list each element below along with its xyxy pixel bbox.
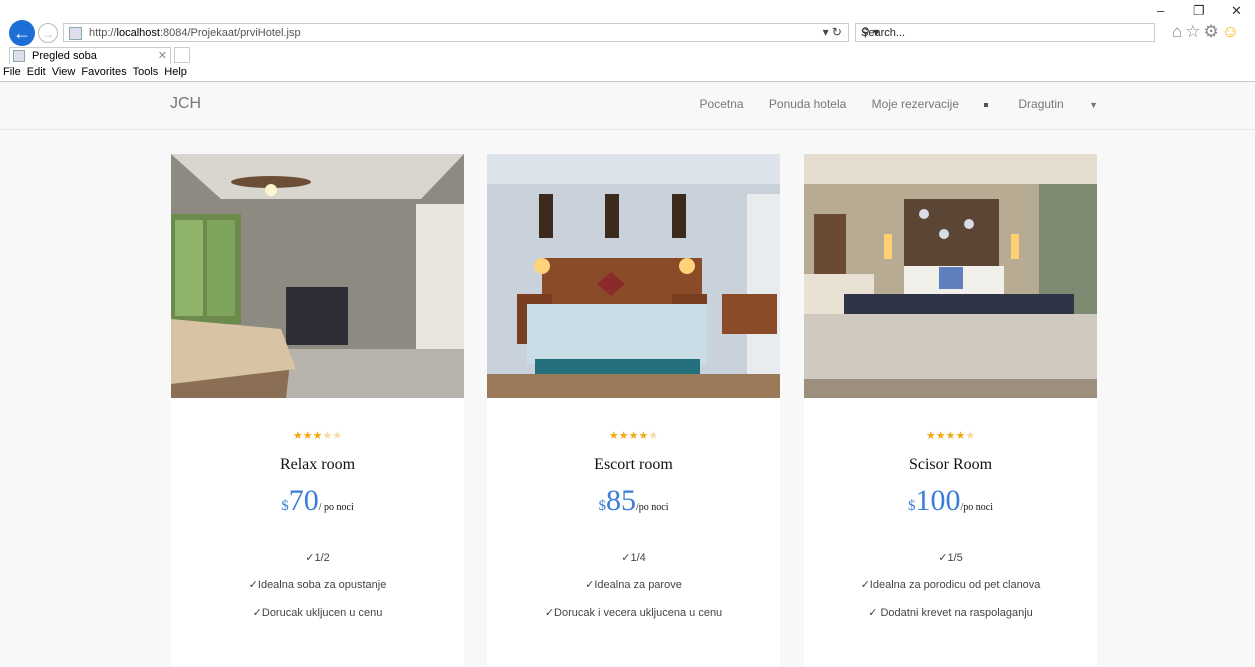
nav-moje-rezervacije[interactable]: Moje rezervacije bbox=[872, 97, 959, 111]
nav-pocetna[interactable]: Pocetna bbox=[700, 97, 744, 111]
restore-icon[interactable]: ❐ bbox=[1193, 3, 1205, 19]
room-feature: ✓Idealna za parove bbox=[585, 579, 682, 591]
room-card: ★★★★★ Relax room $70/ po noci ✓1/2 ✓Idea… bbox=[171, 154, 464, 667]
browser-chrome: ← → http://localhost:8084/Projekaat/prvi… bbox=[0, 0, 1255, 82]
room-price: $70/ po noci bbox=[171, 484, 464, 518]
room-name: Escort room bbox=[594, 456, 673, 473]
site-navbar: JCH Pocetna Ponuda hotela Moje rezervaci… bbox=[0, 82, 1255, 130]
room-photo bbox=[171, 154, 464, 398]
star-empty-icon: ★ bbox=[965, 430, 976, 442]
star-empty-icon: ★ bbox=[322, 430, 333, 442]
new-tab-button[interactable] bbox=[174, 47, 190, 63]
menu-bar: File Edit View Favorites Tools Help bbox=[3, 66, 193, 78]
star-icon: ★ bbox=[925, 430, 936, 442]
tab-title: Pregled soba bbox=[32, 50, 97, 62]
nav-ponuda-hotela[interactable]: Ponuda hotela bbox=[769, 97, 846, 111]
back-button[interactable]: ← bbox=[9, 20, 35, 46]
room-price: $85/po noci bbox=[487, 484, 780, 518]
room-feature: ✓1/4 bbox=[621, 552, 646, 564]
star-icon: ★ bbox=[638, 430, 649, 442]
star-icon: ★ bbox=[945, 430, 956, 442]
room-card: ★★★★★ Scisor Room $100/po noci ✓1/5 ✓Ide… bbox=[804, 154, 1097, 667]
close-window-icon[interactable]: ✕ bbox=[1231, 3, 1242, 19]
price-amount: 70 bbox=[288, 484, 319, 517]
price-period: /po noci bbox=[636, 502, 669, 513]
price-period: / po noci bbox=[318, 502, 354, 513]
menu-help[interactable]: Help bbox=[164, 66, 187, 78]
room-feature: ✓1/2 bbox=[305, 552, 330, 564]
feedback-smiley-icon[interactable]: ☺ bbox=[1222, 22, 1242, 41]
star-rating: ★★★★★ bbox=[487, 429, 780, 442]
nav-links: Pocetna Ponuda hotela Moje rezervacije D… bbox=[678, 97, 1098, 111]
search-icon[interactable]: ⚲ ▾ bbox=[861, 25, 1142, 39]
refresh-icon[interactable]: ▾ ↻ bbox=[823, 25, 842, 39]
room-card: ★★★★★ Escort room $85/po noci ✓1/4 ✓Idea… bbox=[487, 154, 780, 667]
menu-tools[interactable]: Tools bbox=[133, 66, 159, 78]
price-currency: $ bbox=[598, 498, 607, 514]
address-bar[interactable]: http://localhost:8084/Projekaat/prviHote… bbox=[63, 23, 849, 42]
star-icon: ★ bbox=[628, 430, 639, 442]
star-icon: ★ bbox=[935, 430, 946, 442]
room-feature: ✓Dorucak ukljucen u cenu bbox=[252, 607, 383, 619]
star-icon: ★ bbox=[292, 430, 303, 442]
user-menu[interactable]: Dragutin ▼ bbox=[984, 97, 1098, 111]
room-feature: ✓Idealna za porodicu od pet clanova bbox=[860, 579, 1041, 591]
room-feature: ✓Dorucak i vecera ukljucena u cenu bbox=[544, 607, 723, 619]
room-price: $100/po noci bbox=[804, 484, 1097, 518]
star-rating: ★★★★★ bbox=[804, 429, 1097, 442]
star-icon: ★ bbox=[608, 430, 619, 442]
price-period: /po noci bbox=[960, 502, 994, 513]
star-empty-icon: ★ bbox=[648, 430, 659, 442]
room-photo bbox=[804, 154, 1097, 398]
minimize-icon[interactable]: – bbox=[1157, 3, 1164, 18]
room-feature: ✓Idealna soba za opustanje bbox=[248, 579, 387, 591]
menu-favorites[interactable]: Favorites bbox=[81, 66, 126, 78]
room-feature: ✓ Dodatni krevet na raspolaganju bbox=[868, 607, 1033, 619]
browser-tab[interactable]: Pregled soba ✕ bbox=[9, 47, 171, 64]
chevron-down-icon: ▼ bbox=[1089, 100, 1098, 110]
brand-logo[interactable]: JCH bbox=[170, 95, 201, 113]
tab-close-icon[interactable]: ✕ bbox=[158, 49, 167, 62]
room-photo bbox=[487, 154, 780, 398]
forward-button[interactable]: → bbox=[38, 23, 58, 43]
star-icon: ★ bbox=[302, 430, 313, 442]
star-icon: ★ bbox=[955, 430, 966, 442]
menu-file[interactable]: File bbox=[3, 66, 21, 78]
price-amount: 100 bbox=[915, 484, 961, 517]
browser-toolbar-icons: ⌂☆⚙☺ bbox=[1172, 22, 1242, 42]
room-name: Relax room bbox=[279, 456, 356, 473]
room-name: Scisor Room bbox=[908, 456, 993, 473]
price-currency: $ bbox=[908, 498, 916, 514]
star-empty-icon: ★ bbox=[332, 430, 343, 442]
tab-favicon-icon bbox=[13, 50, 25, 62]
room-feature: ✓1/5 bbox=[938, 552, 963, 564]
star-icon: ★ bbox=[618, 430, 629, 442]
menu-view[interactable]: View bbox=[52, 66, 76, 78]
menu-edit[interactable]: Edit bbox=[27, 66, 46, 78]
star-icon: ★ bbox=[312, 430, 323, 442]
home-icon[interactable]: ⌂ bbox=[1172, 22, 1185, 41]
price-currency: $ bbox=[281, 498, 289, 514]
page-favicon-icon bbox=[69, 27, 82, 40]
user-name: Dragutin bbox=[1018, 97, 1064, 111]
settings-gear-icon[interactable]: ⚙ bbox=[1204, 22, 1222, 41]
favorites-star-icon[interactable]: ☆ bbox=[1185, 22, 1203, 41]
url-text: http://localhost:8084/Projekaat/prviHote… bbox=[89, 27, 301, 39]
star-rating: ★★★★★ bbox=[171, 429, 464, 442]
user-icon bbox=[984, 102, 989, 107]
search-box[interactable]: Search... ⚲ ▾ bbox=[855, 23, 1155, 42]
price-amount: 85 bbox=[606, 484, 636, 517]
